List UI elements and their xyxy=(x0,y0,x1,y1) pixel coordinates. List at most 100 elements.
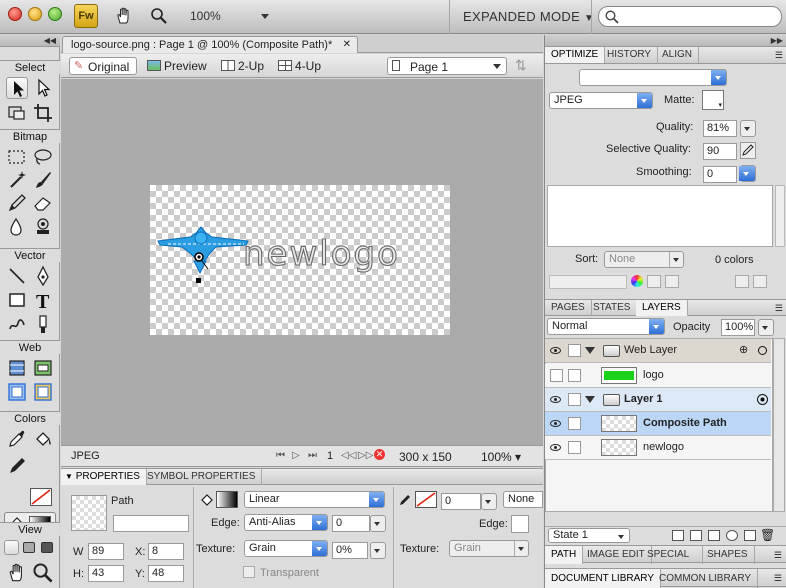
trash-icon[interactable]: 🗑 xyxy=(760,528,775,542)
export-format-select[interactable]: JPEG xyxy=(549,92,653,109)
special-characters-tab[interactable]: SPECIAL CH xyxy=(641,546,703,564)
optimize-tab[interactable]: OPTIMIZE xyxy=(545,47,606,63)
status-zoom-select[interactable]: 100% ▾ xyxy=(481,450,521,464)
hide-slices-button[interactable] xyxy=(6,381,28,403)
selective-quality-field[interactable]: 90 xyxy=(703,143,737,160)
stroke-color-icon[interactable] xyxy=(6,455,28,477)
visibility-eye-icon[interactable] xyxy=(550,420,561,427)
collapse-panel-icon[interactable]: ◀◀ xyxy=(44,36,56,45)
x-field[interactable]: 8 xyxy=(148,543,184,560)
subselection-tool[interactable] xyxy=(32,77,54,99)
history-tab[interactable]: HISTORY xyxy=(601,47,659,63)
layer-target-icon[interactable] xyxy=(758,346,767,355)
layers-tab[interactable]: LAYERS xyxy=(636,300,688,316)
four-up-view-tab[interactable]: 4-Up xyxy=(278,57,338,75)
document-tab[interactable]: logo-source.png : Page 1 @ 100% (Composi… xyxy=(62,36,358,53)
zoom-tool-icon[interactable] xyxy=(150,7,168,25)
height-field[interactable]: 43 xyxy=(88,565,124,582)
layer-row-composite-path[interactable]: Composite Path xyxy=(545,412,771,436)
marquee-tool[interactable] xyxy=(6,146,28,168)
panel-menu-icon[interactable]: ☰ xyxy=(774,573,782,584)
standard-screen-mode-button[interactable] xyxy=(4,540,19,555)
zoom-window-button[interactable] xyxy=(48,7,62,21)
saved-settings-select[interactable] xyxy=(579,69,727,86)
original-view-tab[interactable]: ✎ Original xyxy=(69,57,137,75)
quality-slider-button[interactable] xyxy=(740,120,756,137)
snap-web-safe-button[interactable] xyxy=(665,275,679,288)
smoothing-field[interactable]: 0 xyxy=(703,166,737,183)
smoothing-select[interactable] xyxy=(739,165,756,182)
first-frame-icon[interactable]: ⏮ xyxy=(276,450,285,461)
brush-tool[interactable] xyxy=(32,169,54,191)
opacity-slider-button[interactable] xyxy=(758,319,774,336)
lock-toggle[interactable] xyxy=(568,417,581,430)
new-layer-button[interactable] xyxy=(690,530,702,541)
new-bitmap-image-button[interactable] xyxy=(708,530,720,541)
visibility-eye-icon[interactable] xyxy=(550,444,561,451)
preview-view-tab[interactable]: Preview xyxy=(147,57,219,75)
visibility-eye-icon[interactable] xyxy=(550,396,561,403)
object-name-field[interactable] xyxy=(113,515,189,532)
edge-amount-field[interactable]: 0 xyxy=(332,515,370,532)
eraser-tool[interactable] xyxy=(32,192,54,214)
pages-tab[interactable]: PAGES xyxy=(545,300,592,316)
close-window-button[interactable] xyxy=(8,7,22,21)
shapes-tab[interactable]: SHAPES xyxy=(701,546,755,564)
properties-tab[interactable]: ▼ PROPERTIES xyxy=(61,469,147,485)
eyedropper-tool[interactable] xyxy=(6,428,28,450)
path-tab[interactable]: PATH xyxy=(545,546,584,564)
panel-menu-icon[interactable]: ☰ xyxy=(775,303,783,314)
opacity-field[interactable]: 100% xyxy=(721,319,755,336)
document-library-tab[interactable]: DOCUMENT LIBRARY xyxy=(545,569,661,588)
common-library-tab[interactable]: COMMON LIBRARY xyxy=(653,569,759,588)
color-wheel-icon[interactable] xyxy=(631,275,643,287)
lock-toggle[interactable] xyxy=(568,369,581,382)
close-tab-icon[interactable]: ✕ xyxy=(343,37,351,53)
edge-select[interactable]: Anti-Alias xyxy=(244,514,328,531)
symbol-properties-tab[interactable]: SYMBOL PROPERTIES xyxy=(141,469,263,485)
delete-color-button[interactable] xyxy=(753,275,767,288)
transparent-checkbox[interactable] xyxy=(243,566,255,578)
pen-tool[interactable] xyxy=(32,265,54,287)
add-mask-button[interactable] xyxy=(726,530,738,541)
visibility-toggle[interactable] xyxy=(550,369,563,382)
full-screen-menus-button[interactable] xyxy=(23,542,35,553)
collapse-dock-icon[interactable]: ▶▶ xyxy=(771,36,783,45)
state-select[interactable]: State 1 xyxy=(548,528,630,543)
rectangle-tool[interactable] xyxy=(6,289,28,311)
matte-color-swatch[interactable]: ▾ xyxy=(702,90,724,110)
pencil-tool[interactable] xyxy=(6,192,28,214)
stroke-size-slider-button[interactable] xyxy=(481,493,497,510)
width-field[interactable]: 89 xyxy=(88,543,124,560)
expand-triangle-icon[interactable] xyxy=(585,396,595,403)
slice-tool[interactable] xyxy=(32,357,54,379)
texture-amount-slider-button[interactable] xyxy=(370,542,386,559)
color-table-scrollbar[interactable] xyxy=(775,185,785,247)
full-screen-button[interactable] xyxy=(41,542,53,553)
texture-amount-field[interactable]: 0% xyxy=(332,542,368,559)
paint-bucket-tool[interactable] xyxy=(32,428,54,450)
fireworks-logo[interactable]: Fw xyxy=(74,4,98,28)
layer-row-layer-1[interactable]: Layer 1 xyxy=(545,388,771,412)
search-input[interactable] xyxy=(598,6,782,27)
hand-tool-icon[interactable] xyxy=(114,6,134,26)
view-hand-tool[interactable] xyxy=(6,562,28,584)
layer-target-icon[interactable] xyxy=(757,394,768,405)
stroke-texture-select[interactable]: Grain xyxy=(449,540,529,557)
magic-wand-tool[interactable] xyxy=(6,169,28,191)
hotspot-tool[interactable] xyxy=(6,357,28,379)
rubber-stamp-tool[interactable] xyxy=(32,216,54,238)
align-tab[interactable]: ALIGN xyxy=(656,47,700,63)
crop-tool[interactable] xyxy=(32,102,54,124)
fill-gradient-swatch[interactable] xyxy=(216,491,238,508)
sync-arrows-icon[interactable]: ⇅ xyxy=(515,57,527,74)
stroke-type-select[interactable]: None xyxy=(503,491,543,508)
color-slider[interactable] xyxy=(549,275,627,289)
stroke-color-swatch[interactable] xyxy=(30,488,52,506)
zoom-dropdown-arrow-icon[interactable] xyxy=(261,14,269,19)
layer-row-newlogo[interactable]: newlogo xyxy=(545,436,771,460)
lock-toggle[interactable] xyxy=(568,441,581,454)
layer-row-logo[interactable]: logo xyxy=(545,364,771,388)
panel-menu-icon[interactable]: ☰ xyxy=(774,550,782,561)
expand-triangle-icon[interactable] xyxy=(585,347,595,354)
